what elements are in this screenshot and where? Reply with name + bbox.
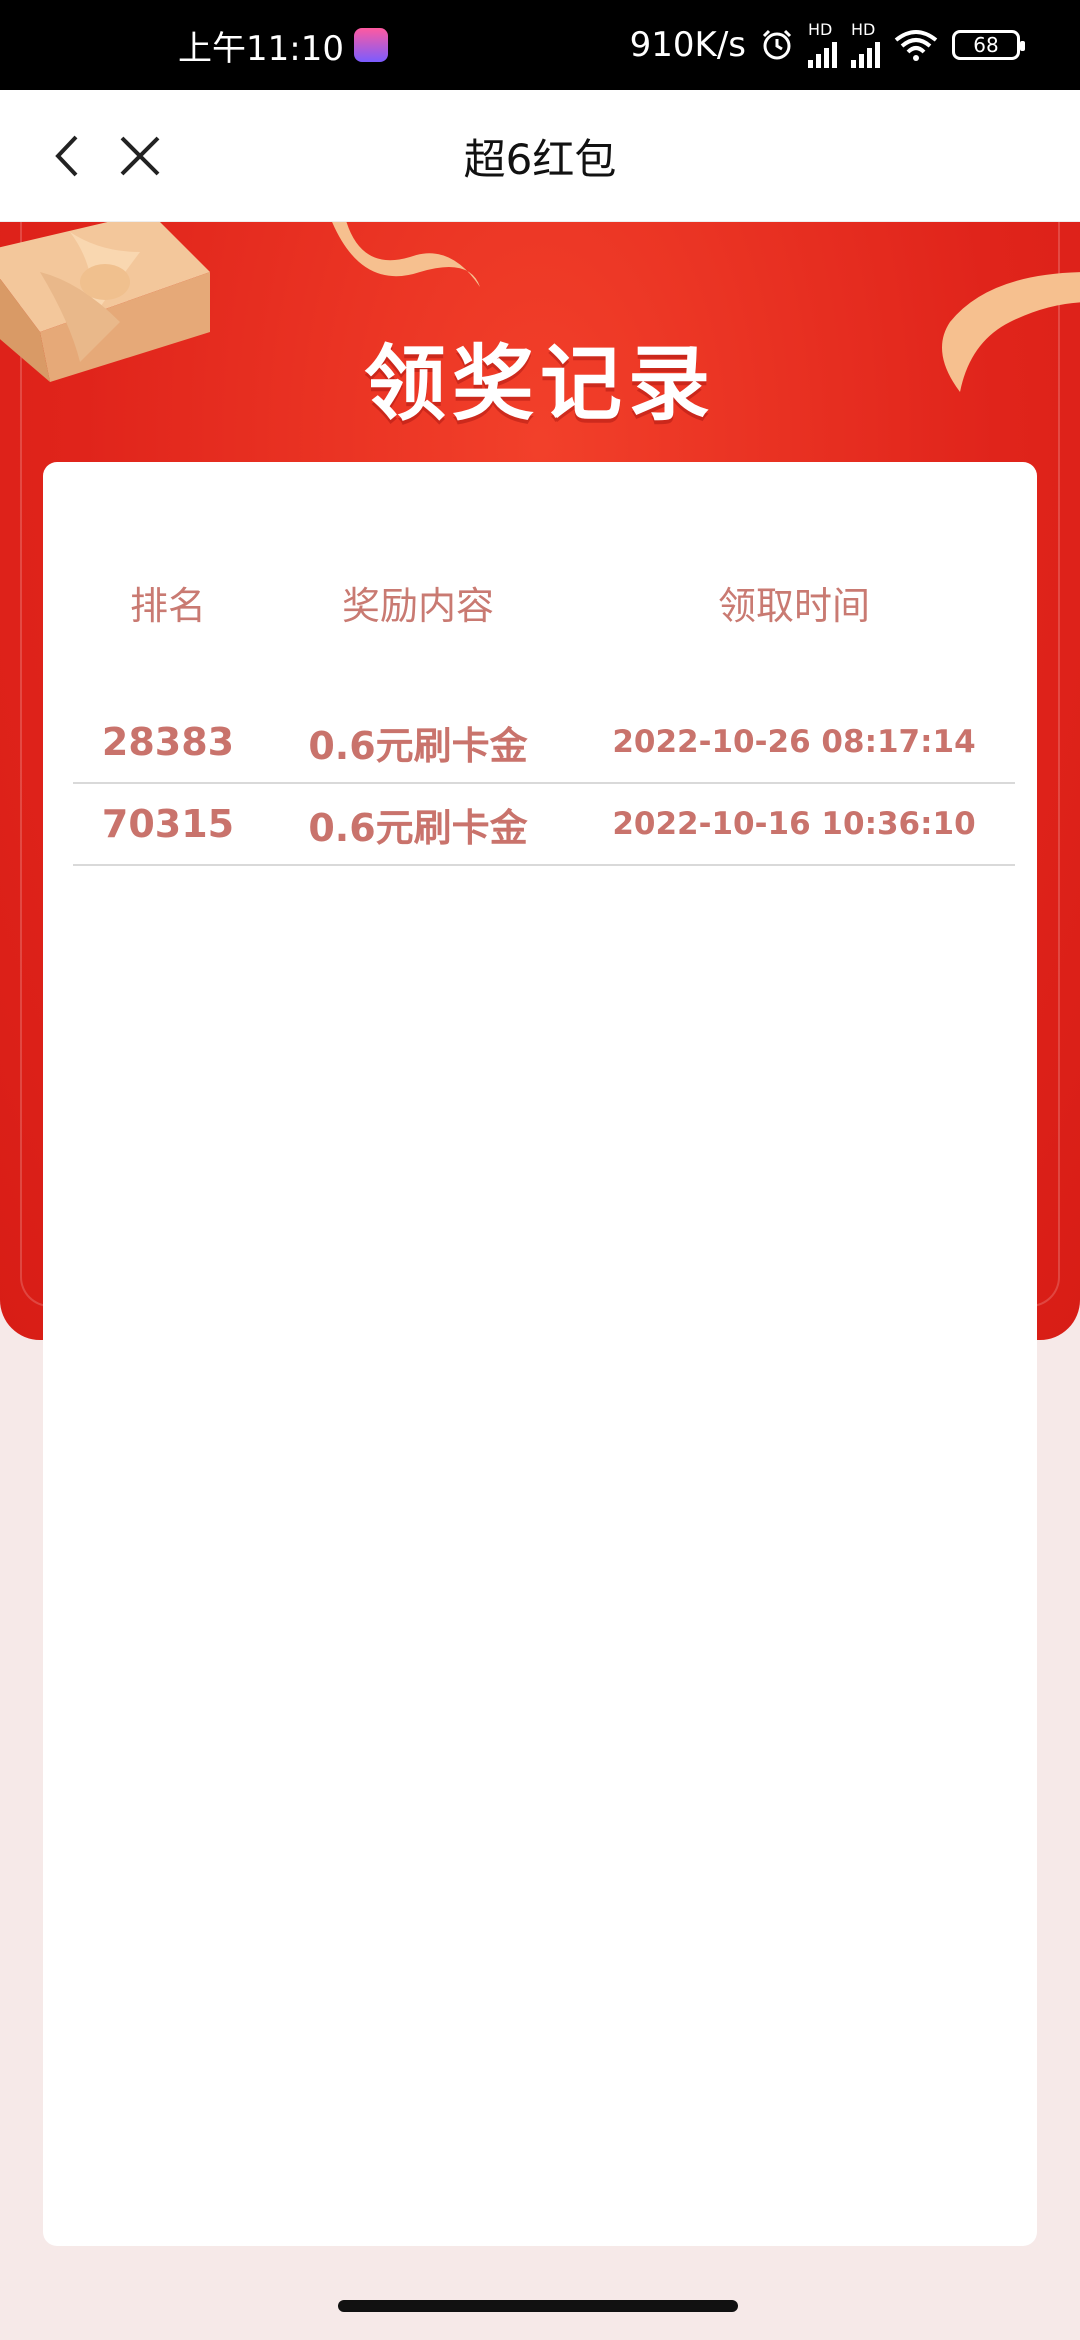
signal-bars-icon xyxy=(808,38,837,68)
network-speed: 910K/s xyxy=(629,25,746,65)
signal-bars-icon xyxy=(851,38,880,68)
battery-icon: 68 xyxy=(952,30,1025,60)
battery-level: 68 xyxy=(973,33,999,57)
row-time: 2022-10-16 10:36:10 xyxy=(612,806,976,842)
close-icon xyxy=(120,136,160,176)
row-rank: 70315 xyxy=(101,802,235,846)
header-reward: 奖励内容 xyxy=(341,583,494,628)
status-bar: 上午11:10 910K/s HD HD 68 xyxy=(0,0,1080,90)
app-notification-icon xyxy=(353,28,388,62)
row-rank: 28383 xyxy=(101,720,235,764)
clock: 上午11:10 xyxy=(178,28,344,69)
back-button[interactable] xyxy=(36,126,96,186)
records-card: 排名 奖励内容 领取时间 28383 0.6元刷卡金 2022-10-26 08… xyxy=(43,462,1037,2246)
home-indicator[interactable] xyxy=(338,2300,738,2312)
table-row: 70315 0.6元刷卡金 2022-10-16 10:36:10 xyxy=(73,784,1015,866)
header-time: 领取时间 xyxy=(717,583,870,628)
chevron-left-icon xyxy=(55,135,78,177)
signal-2: HD xyxy=(851,22,880,68)
wifi-icon xyxy=(894,30,938,61)
alarm-icon xyxy=(762,29,792,60)
page: 上午11:10 910K/s HD HD 68 超6红包 领奖记录 排名 奖励内… xyxy=(0,0,1080,2340)
top-nav-bar: 超6红包 xyxy=(0,90,1080,222)
close-button[interactable] xyxy=(110,126,170,186)
ribbon-decoration xyxy=(332,222,480,287)
row-time: 2022-10-26 08:17:14 xyxy=(612,724,976,760)
status-right: 910K/s HD HD 68 xyxy=(629,0,1025,90)
signal-1: HD xyxy=(808,22,837,68)
records-title: 领奖记录 xyxy=(363,337,716,432)
table-header: 排名 奖励内容 领取时间 xyxy=(73,562,1015,642)
status-left: 上午11:10 xyxy=(178,0,388,90)
header-rank: 排名 xyxy=(129,583,206,628)
row-reward: 0.6元刷卡金 xyxy=(308,723,528,768)
table-row: 28383 0.6元刷卡金 2022-10-26 08:17:14 xyxy=(73,702,1015,784)
row-reward: 0.6元刷卡金 xyxy=(308,805,528,850)
